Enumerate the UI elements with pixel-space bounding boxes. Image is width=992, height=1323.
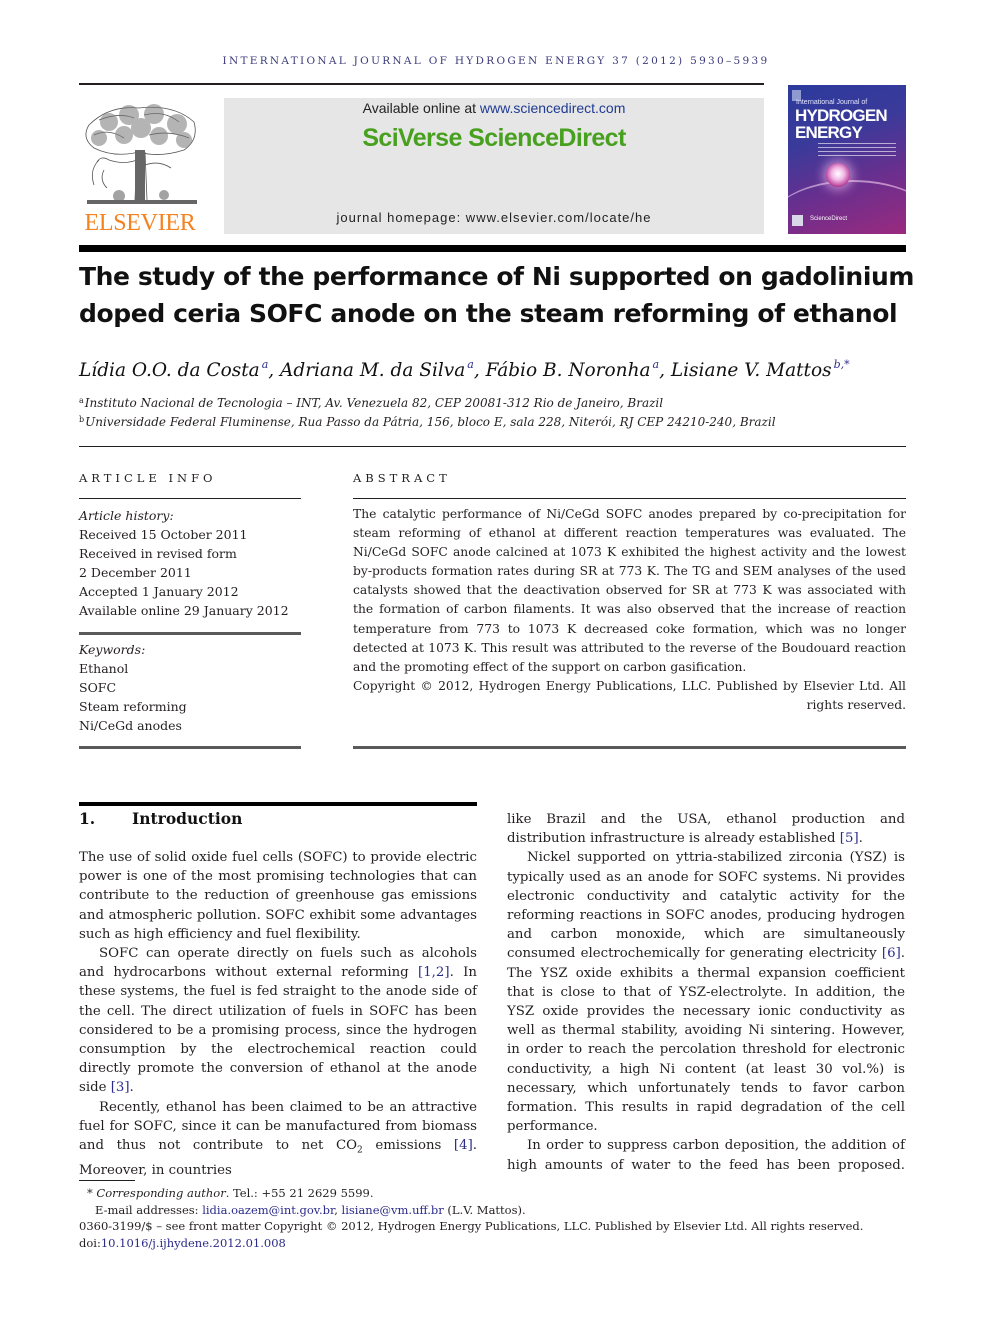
article-history-label: Article history:: [79, 508, 174, 523]
elsevier-wordmark: ELSEVIER: [84, 210, 196, 236]
cover-orb-graphic: [826, 163, 850, 187]
keyword-item: Steam reforming: [79, 699, 187, 714]
corresponding-author-note: * Corresponding author. Tel.: +55 21 262…: [87, 1186, 374, 1200]
footnotes: * Corresponding author. Tel.: +55 21 262…: [79, 1185, 919, 1251]
cover-sciencedirect-text: ScienceDirect: [810, 216, 848, 222]
header-rule: [79, 83, 764, 85]
keyword-item: SOFC: [79, 680, 117, 695]
paragraph: SOFC can operate directly on fuels such …: [79, 946, 477, 1096]
author-name[interactable]: Fábio B. Noronha: [486, 360, 651, 381]
citation-link[interactable]: [6]: [882, 946, 901, 961]
footnote-rule: [79, 1180, 135, 1181]
body-column-left: The use of solid oxide fuel cells (SOFC)…: [79, 848, 477, 1180]
citation-link[interactable]: [5]: [840, 831, 859, 846]
article-info-rule: [79, 498, 301, 499]
section-heading-introduction: 1. Introduction: [79, 809, 243, 828]
article-history: Article history: Received 15 October 201…: [79, 506, 301, 620]
masthead-divider: [79, 245, 906, 252]
paragraph: like Brazil and the USA, ethanol product…: [507, 812, 905, 847]
history-item: Received in revised form: [79, 546, 237, 561]
email-link[interactable]: lidia.oazem@int.gov.br: [202, 1203, 334, 1217]
email-link[interactable]: lisiane@vm.uff.br: [342, 1203, 444, 1217]
author-name[interactable]: Lisiane V. Mattos: [671, 360, 832, 381]
keyword-item: Ethanol: [79, 661, 129, 676]
authors-divider: [79, 446, 906, 447]
keywords: Keywords: Ethanol SOFC Steam reforming N…: [79, 640, 301, 735]
history-item: Received 15 October 2011: [79, 527, 248, 542]
available-online-text: Available online at www.sciencedirect.co…: [362, 100, 626, 116]
article-title: The study of the performance of Ni suppo…: [79, 262, 915, 328]
affiliation-marker[interactable]: a: [262, 358, 269, 371]
paragraph: The use of solid oxide fuel cells (SOFC)…: [79, 850, 477, 942]
history-item: Accepted 1 January 2012: [79, 584, 239, 599]
affiliation-marker[interactable]: b,*: [834, 358, 850, 371]
citation-link[interactable]: [4]: [454, 1138, 473, 1153]
journal-cover-image: International Journal of HYDROGEN ENERGY …: [788, 85, 906, 234]
journal-homepage-link[interactable]: journal homepage: www.elsevier.com/locat…: [224, 210, 764, 225]
history-item: 2 December 2011: [79, 565, 192, 580]
author-list: Lídia O.O. da Costa a, Adriana M. da Silv…: [79, 358, 850, 381]
affiliation-marker[interactable]: a: [467, 358, 474, 371]
front-matter-note: 0360-3199/$ – see front matter Copyright…: [79, 1219, 864, 1233]
abstract-heading: ABSTRACT: [353, 471, 451, 485]
sciencedirect-link[interactable]: www.sciencedirect.com: [480, 100, 626, 116]
citation-link[interactable]: [3]: [111, 1080, 130, 1095]
author-name[interactable]: Lídia O.O. da Costa: [79, 360, 260, 381]
sciverse-sciencedirect-logo: SciVerse ScienceDirect: [362, 124, 626, 152]
abstract-rule: [353, 498, 906, 499]
affiliation-b: bUniversidade Federal Fluminense, Rua Pa…: [79, 415, 776, 429]
history-item: Available online 29 January 2012: [79, 603, 289, 618]
email-addresses: E-mail addresses: lidia.oazem@int.gov.br…: [95, 1202, 526, 1217]
author-name[interactable]: Adriana M. da Silva: [280, 360, 465, 381]
running-head: INTERNATIONAL JOURNAL OF HYDROGEN ENERGY…: [222, 55, 770, 67]
paragraph: In order to suppress carbon deposition, …: [507, 1138, 905, 1173]
paragraph: Nickel supported on yttria-stabilized zi…: [507, 850, 905, 1135]
doi-link[interactable]: 10.1016/j.ijhydene.2012.01.008: [101, 1236, 286, 1250]
keyword-item: Ni/CeGd anodes: [79, 718, 182, 733]
article-info-heading: ARTICLE INFO: [79, 471, 217, 485]
cover-editors-text: [818, 143, 896, 159]
citation-link[interactable]: [1,2]: [418, 965, 450, 980]
affiliation-a: aInstituto Nacional de Tecnologia – INT,…: [79, 396, 664, 410]
section-rule: [79, 802, 477, 806]
abstract-divider: [353, 746, 906, 749]
abstract-text: The catalytic performance of Ni/CeGd SOF…: [353, 507, 906, 674]
paragraph: Recently, ethanol has been claimed to be…: [79, 1099, 477, 1178]
abstract-copyright: Copyright © 2012, Hydrogen Energy Public…: [353, 679, 906, 713]
cover-subtitle: International Journal of: [796, 99, 868, 106]
cover-iahe-logo-icon: [792, 215, 803, 226]
doi-line: doi:10.1016/j.ijhydene.2012.01.008: [79, 1235, 286, 1250]
affiliation-marker[interactable]: a: [653, 358, 660, 371]
cover-title: HYDROGEN ENERGY: [795, 106, 888, 142]
history-divider: [79, 632, 301, 635]
cover-swoop-graphic: [788, 180, 906, 234]
body-column-right: like Brazil and the USA, ethanol product…: [507, 810, 905, 1175]
keywords-label: Keywords:: [79, 642, 146, 657]
keywords-divider: [79, 746, 301, 749]
